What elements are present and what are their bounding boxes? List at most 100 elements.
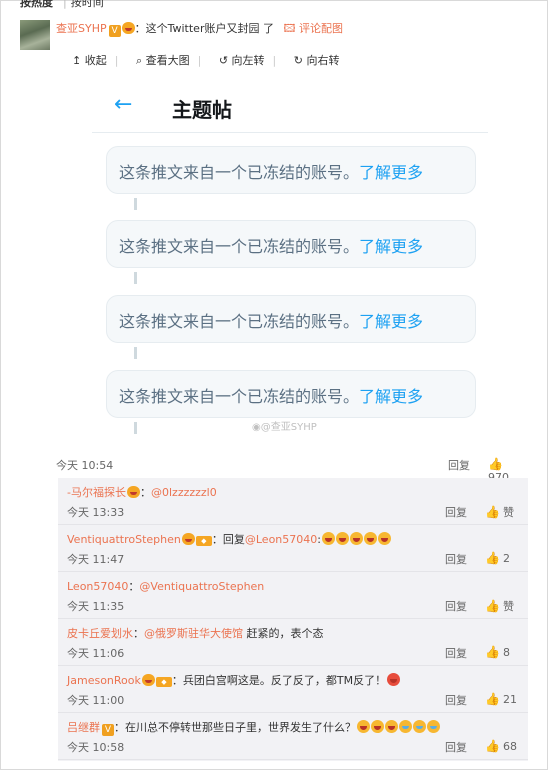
- timestamp: 今天 11:00: [67, 694, 125, 707]
- verified-icon: V: [102, 724, 114, 736]
- member-icon: [141, 674, 155, 686]
- sub-text: :: [317, 533, 321, 546]
- timestamp: 今天 10:54: [56, 459, 114, 472]
- sort-hot-tab[interactable]: 按热度: [20, 0, 53, 9]
- reply-button[interactable]: 回复: [445, 692, 467, 708]
- timestamp: 今天 11:35: [67, 600, 125, 613]
- sub-username[interactable]: Leon57040: [67, 580, 128, 593]
- sub-username[interactable]: 吕继群: [67, 721, 100, 734]
- notice-text: 这条推文来自一个已冻结的账号。: [119, 163, 360, 182]
- thumbs-up-icon: 👍: [485, 505, 500, 519]
- frozen-tweet-notice: 这条推文来自一个已冻结的账号。了解更多: [106, 370, 476, 418]
- sub-comment-list: -马尔福探长 ：@0lzzzzzzl0 今天 13:33 回复 👍 赞 Ventiq…: [58, 478, 528, 761]
- member-icon: [121, 22, 135, 34]
- learn-more-link: 了解更多: [359, 312, 424, 331]
- sub-comment: JamesonRook ◆ ：兵团白宫啊这是。反了反了，都TM反了！ 今天 11:0…: [58, 666, 528, 713]
- reply-button[interactable]: 回复: [448, 457, 470, 473]
- sub-username[interactable]: 皮卡丘爱划水: [67, 627, 133, 640]
- thumbs-up-icon: 👍: [485, 739, 500, 753]
- thumbs-up-icon: 👍: [485, 551, 500, 565]
- like-count: 2: [502, 552, 510, 565]
- thumbs-up-icon: 👍: [485, 599, 500, 613]
- twitter-page-title: 主题帖: [172, 98, 232, 122]
- laugh-emoji-icon: [364, 532, 377, 545]
- like-button[interactable]: 👍 68: [485, 739, 517, 753]
- avatar[interactable]: [20, 20, 50, 50]
- cry-laugh-emoji-icon: [413, 720, 426, 733]
- view-large-label: 查看大图: [145, 54, 190, 67]
- learn-more-link: 了解更多: [359, 163, 424, 182]
- member-icon: [181, 533, 195, 545]
- collapse-label: 收起: [84, 54, 107, 67]
- laugh-emoji-icon: [336, 532, 349, 545]
- like-count: 21: [502, 693, 517, 706]
- like-button[interactable]: 👍 赞: [485, 504, 514, 520]
- rotate-left-button[interactable]: ↺ 向左转: [219, 54, 265, 67]
- collapse-button[interactable]: ↥ 收起: [72, 54, 107, 67]
- laugh-emoji-icon: [322, 532, 335, 545]
- mention-link[interactable]: @俄罗斯驻华大使馆: [144, 627, 243, 640]
- divider: |: [197, 54, 202, 67]
- sub-comment: VentiquattroStephen ◆ ：回复@Leon57040: 今天 11…: [58, 525, 528, 572]
- like-button[interactable]: 👍 8: [485, 645, 510, 659]
- main-comment-text: ：这个Twitter账户又封园 了: [134, 22, 274, 35]
- collapse-icon: ↥: [72, 54, 82, 67]
- like-button[interactable]: 👍 2: [485, 551, 510, 565]
- rotate-right-label: 向右转: [306, 54, 340, 67]
- like-count: 赞: [502, 600, 514, 613]
- timestamp: 今天 11:06: [67, 647, 125, 660]
- weibo-icon: ◉: [252, 422, 261, 433]
- rotate-right-icon: ↻: [293, 54, 303, 67]
- sub-comment: Leon57040：@VentiquattroStephen 今天 11:35 …: [58, 572, 528, 619]
- sub-separator: ：: [171, 674, 183, 687]
- sub-username[interactable]: VentiquattroStephen: [67, 533, 181, 546]
- sub-separator: ：: [133, 627, 144, 640]
- reply-button[interactable]: 回复: [445, 551, 467, 567]
- main-username[interactable]: 查亚SYHP: [56, 22, 107, 35]
- learn-more-link: 了解更多: [359, 387, 424, 406]
- sub-separator: ：: [114, 721, 125, 734]
- sub-separator: ：: [139, 486, 151, 499]
- like-count: 8: [502, 646, 510, 659]
- image-watermark: ◉@查亚SYHP: [252, 418, 317, 433]
- mention-link[interactable]: @VentiquattroStephen: [139, 580, 264, 593]
- reply-button[interactable]: 回复: [445, 645, 467, 661]
- view-large-button[interactable]: ⌕ 查看大图: [136, 54, 190, 67]
- thread-line: [134, 347, 137, 359]
- sub-username[interactable]: JamesonRook: [67, 674, 141, 687]
- vip-badge-icon: ◆: [155, 677, 172, 687]
- reply-button[interactable]: 回复: [445, 739, 467, 755]
- sub-comment: 皮卡丘爱划水：@俄罗斯驻华大使馆 赶紧的，表个态 今天 11:06 回复 👍 8: [58, 619, 528, 666]
- sub-text: 赶紧的，表个态: [243, 627, 324, 640]
- twitter-header: ← 主题帖: [92, 86, 488, 133]
- thread-line: [134, 198, 137, 210]
- reply-button[interactable]: 回复: [445, 504, 467, 520]
- sort-time-tab[interactable]: 按时间: [71, 0, 104, 9]
- sub-username[interactable]: -马尔福探长: [67, 486, 126, 499]
- picture-icon: 🖾: [283, 22, 296, 35]
- comment-image: ↥ 收起 | ⌕ 查看大图 | ↺ 向左转 | ↻ 向右转 ← 主题帖 这条推文来自一…: [58, 40, 526, 448]
- divider: |: [63, 0, 67, 9]
- like-button[interactable]: 👍 赞: [485, 598, 514, 614]
- timestamp: 今天 13:33: [67, 506, 125, 519]
- mention-link[interactable]: @0lzzzzzzl0: [151, 486, 217, 499]
- member-icon: [126, 486, 140, 498]
- rotate-left-icon: ↺: [218, 54, 229, 67]
- sub-comment: -马尔福探长 ：@0lzzzzzzl0 今天 13:33 回复 👍 赞: [58, 478, 528, 525]
- sort-bar: 按热度 | 按时间: [20, 0, 110, 9]
- watermark-text: @查亚SYHP: [260, 422, 317, 433]
- rotate-right-button[interactable]: ↻ 向右转: [294, 54, 340, 67]
- learn-more-link: 了解更多: [359, 237, 424, 256]
- sub-comment: 吕继群 V ：在川总不停转世那些日子里，世界发生了什么？ 今天 10:58 回复 👍…: [58, 713, 528, 760]
- mention-link[interactable]: @Leon57040: [245, 533, 317, 546]
- like-button[interactable]: 👍 21: [485, 692, 517, 706]
- timestamp: 今天 11:47: [67, 553, 125, 566]
- cry-laugh-emoji-icon: [427, 720, 440, 733]
- notice-text: 这条推文来自一个已冻结的账号。: [119, 237, 360, 256]
- reply-button[interactable]: 回复: [445, 598, 467, 614]
- laugh-emoji-icon: [378, 532, 391, 545]
- comment-pic-link[interactable]: 🖾 评论配图: [283, 22, 342, 35]
- verified-icon: V: [108, 25, 121, 37]
- notice-text: 这条推文来自一个已冻结的账号。: [119, 387, 360, 406]
- divider: |: [114, 54, 119, 67]
